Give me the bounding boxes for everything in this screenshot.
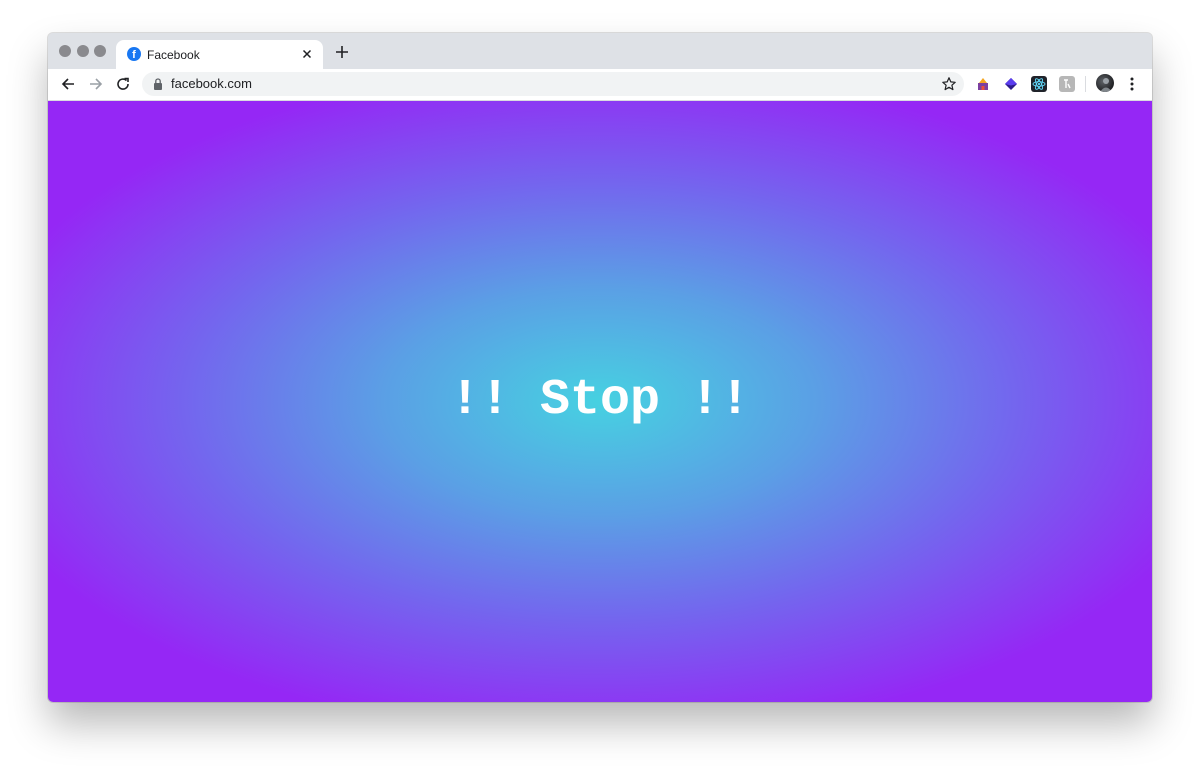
extension-icon[interactable]	[1003, 76, 1019, 92]
url-text[interactable]: facebook.com	[171, 76, 252, 91]
kebab-menu-icon[interactable]	[1125, 76, 1139, 92]
extension-icon[interactable]	[975, 76, 991, 92]
address-bar[interactable]: facebook.com	[142, 72, 964, 96]
browser-toolbar: facebook.com	[48, 69, 1152, 101]
close-window-button[interactable]	[59, 45, 71, 57]
tab-strip: f Facebook	[48, 33, 1152, 69]
maximize-window-button[interactable]	[94, 45, 106, 57]
facebook-icon: f	[127, 47, 141, 61]
back-arrow-icon[interactable]	[60, 76, 76, 92]
reload-icon[interactable]	[115, 76, 131, 92]
minimize-window-button[interactable]	[77, 45, 89, 57]
react-devtools-icon[interactable]	[1031, 76, 1047, 92]
tab-facebook[interactable]: f Facebook	[116, 40, 323, 69]
forward-arrow-icon[interactable]	[88, 76, 104, 92]
profile-avatar[interactable]	[1096, 74, 1114, 92]
star-icon[interactable]	[941, 76, 957, 92]
plus-icon[interactable]	[332, 42, 352, 62]
page-viewport: !! Stop !!	[48, 101, 1152, 702]
close-icon[interactable]	[299, 46, 315, 62]
tab-title: Facebook	[147, 48, 200, 62]
lock-icon[interactable]	[152, 77, 164, 91]
toolbar-divider	[1085, 76, 1086, 92]
extension-icon[interactable]	[1059, 76, 1075, 92]
browser-window: f Facebook facebook.com !! Stop !!	[48, 33, 1152, 702]
stop-message: !! Stop !!	[449, 372, 751, 429]
